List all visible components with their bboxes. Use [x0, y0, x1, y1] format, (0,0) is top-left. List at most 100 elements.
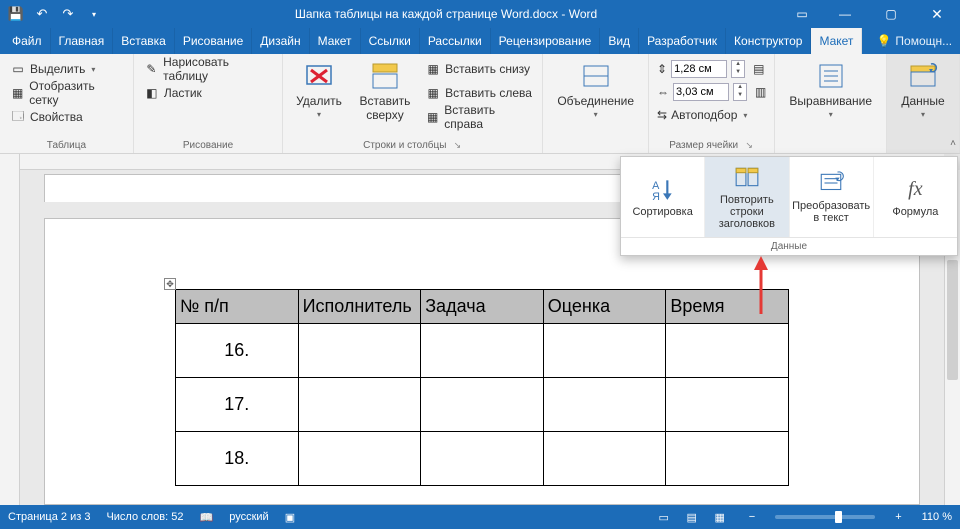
table-cell[interactable] [543, 432, 666, 486]
tab-design[interactable]: Дизайн [252, 28, 309, 54]
document-table[interactable]: № п/п Исполнитель Задача Оценка Время 16… [175, 289, 789, 486]
title-bar: 💾 ↶ ↷ ▾ Шапка таблицы на каждой странице… [0, 0, 960, 28]
tab-references[interactable]: Ссылки [361, 28, 420, 54]
zoom-out-button[interactable]: − [745, 511, 759, 523]
delete-button[interactable]: Удалить [291, 58, 347, 137]
formula-button[interactable]: fx Формула [874, 157, 957, 237]
tab-insert[interactable]: Вставка [113, 28, 175, 54]
eraser-button[interactable]: ◧Ластик [142, 82, 274, 104]
dialog-launcher-icon[interactable]: ↘ [744, 140, 754, 150]
collapse-ribbon-icon[interactable]: ˄ [950, 138, 956, 149]
table-header-cell[interactable]: Оценка [543, 290, 666, 324]
table-cell[interactable] [421, 378, 544, 432]
undo-icon[interactable]: ↶ [34, 6, 50, 22]
table-row[interactable]: 16. [176, 324, 789, 378]
status-bar: Страница 2 из 3 Число слов: 52 📖 русский… [0, 505, 960, 529]
status-language[interactable]: русский [229, 511, 268, 523]
distribute-cols-icon[interactable]: ▥ [755, 85, 766, 99]
vertical-ruler[interactable] [0, 154, 20, 505]
table-cell[interactable] [666, 378, 789, 432]
table-row[interactable]: 17. [176, 378, 789, 432]
convert-to-text-button[interactable]: Преобразовать в текст [790, 157, 874, 237]
table-cell[interactable] [666, 432, 789, 486]
zoom-slider-thumb[interactable] [835, 511, 842, 523]
save-icon[interactable]: 💾 [8, 6, 24, 22]
table-cell[interactable] [666, 324, 789, 378]
properties-button[interactable]: 🗔Свойства [8, 106, 125, 128]
table-header-cell[interactable]: Исполнитель [298, 290, 421, 324]
tab-file[interactable]: Файл [4, 28, 51, 54]
insert-left-button[interactable]: ▦Вставить слева [423, 82, 534, 104]
table-cell[interactable] [543, 378, 666, 432]
tell-me-help[interactable]: 💡 Помощн... [862, 28, 960, 54]
insert-above-button[interactable]: Вставить сверху [355, 58, 415, 137]
table-header-cell[interactable]: Задача [421, 290, 544, 324]
spellcheck-icon[interactable]: 📖 [200, 511, 214, 524]
qat-customize-icon[interactable]: ▾ [86, 6, 102, 22]
maximize-button[interactable]: ▢ [868, 0, 914, 28]
table-cell[interactable] [298, 324, 421, 378]
alignment-icon [815, 60, 847, 92]
select-button[interactable]: ▭Выделить▾ [8, 58, 125, 80]
width-stepper[interactable]: ▲▼ [733, 83, 747, 101]
tab-review[interactable]: Рецензирование [491, 28, 601, 54]
view-gridlines-button[interactable]: ▦Отобразить сетку [8, 82, 125, 104]
data-button[interactable]: Данные [895, 58, 951, 137]
close-button[interactable]: ✕ [914, 0, 960, 28]
insert-right-icon: ▦ [425, 109, 440, 125]
properties-icon: 🗔 [10, 109, 26, 125]
insert-below-button[interactable]: ▦Вставить снизу [423, 58, 534, 80]
col-width-input[interactable] [673, 83, 729, 101]
autofit-button[interactable]: ⇆ Автоподбор ▾ [657, 104, 766, 126]
table-move-handle-icon[interactable]: ✥ [164, 278, 176, 290]
status-word-count[interactable]: Число слов: 52 [106, 511, 183, 523]
grid-icon: ▦ [10, 85, 25, 101]
group-label: Строки и столбцы↘ [291, 137, 534, 153]
draw-table-button[interactable]: ✎Нарисовать таблицу [142, 58, 274, 80]
table-cell[interactable] [298, 378, 421, 432]
zoom-slider[interactable] [775, 515, 875, 519]
distribute-rows-icon[interactable]: ▤ [753, 62, 764, 76]
read-mode-icon[interactable]: ▭ [655, 508, 673, 526]
tab-layout[interactable]: Макет [310, 28, 361, 54]
tab-home[interactable]: Главная [51, 28, 114, 54]
table-cell[interactable]: 17. [176, 378, 299, 432]
repeat-header-rows-button[interactable]: Повторить строки заголовков [705, 157, 789, 237]
insert-right-button[interactable]: ▦Вставить справа [423, 106, 534, 128]
table-cell[interactable]: 18. [176, 432, 299, 486]
tab-developer[interactable]: Разработчик [639, 28, 726, 54]
macro-record-icon[interactable]: ▣ [285, 511, 295, 524]
tab-draw[interactable]: Рисование [175, 28, 252, 54]
table-cell[interactable] [543, 324, 666, 378]
group-label [895, 137, 951, 153]
eraser-icon: ◧ [144, 85, 160, 101]
status-page[interactable]: Страница 2 из 3 [8, 511, 90, 523]
table-cell[interactable]: 16. [176, 324, 299, 378]
table-header-row[interactable]: № п/п Исполнитель Задача Оценка Время [176, 290, 789, 324]
zoom-level[interactable]: 110 % [922, 511, 952, 523]
merge-button[interactable]: Объединение [551, 58, 640, 137]
table-header-cell[interactable]: № п/п [176, 290, 299, 324]
table-cell[interactable] [298, 432, 421, 486]
tab-view[interactable]: Вид [600, 28, 639, 54]
zoom-in-button[interactable]: + [891, 511, 905, 523]
minimize-button[interactable]: — [822, 0, 868, 28]
height-stepper[interactable]: ▲▼ [731, 60, 745, 78]
dialog-launcher-icon[interactable]: ↘ [452, 140, 462, 150]
alignment-button[interactable]: Выравнивание [783, 58, 878, 137]
table-cell[interactable] [421, 324, 544, 378]
sort-button[interactable]: АЯ Сортировка [621, 157, 705, 237]
table-cell[interactable] [421, 432, 544, 486]
document-page[interactable]: № п/п Исполнитель Задача Оценка Время 16… [44, 218, 920, 505]
tab-mailings[interactable]: Рассылки [420, 28, 491, 54]
ribbon-options-icon[interactable]: ▭ [782, 7, 822, 21]
redo-icon[interactable]: ↷ [60, 6, 76, 22]
print-layout-icon[interactable]: ▤ [683, 508, 701, 526]
row-height-input[interactable] [671, 60, 727, 78]
web-layout-icon[interactable]: ▦ [711, 508, 729, 526]
tab-table-design[interactable]: Конструктор [726, 28, 811, 54]
tab-table-layout[interactable]: Макет [811, 28, 862, 54]
quick-access-toolbar: 💾 ↶ ↷ ▾ [0, 6, 110, 22]
table-row[interactable]: 18. [176, 432, 789, 486]
scrollbar-thumb[interactable] [947, 260, 958, 380]
